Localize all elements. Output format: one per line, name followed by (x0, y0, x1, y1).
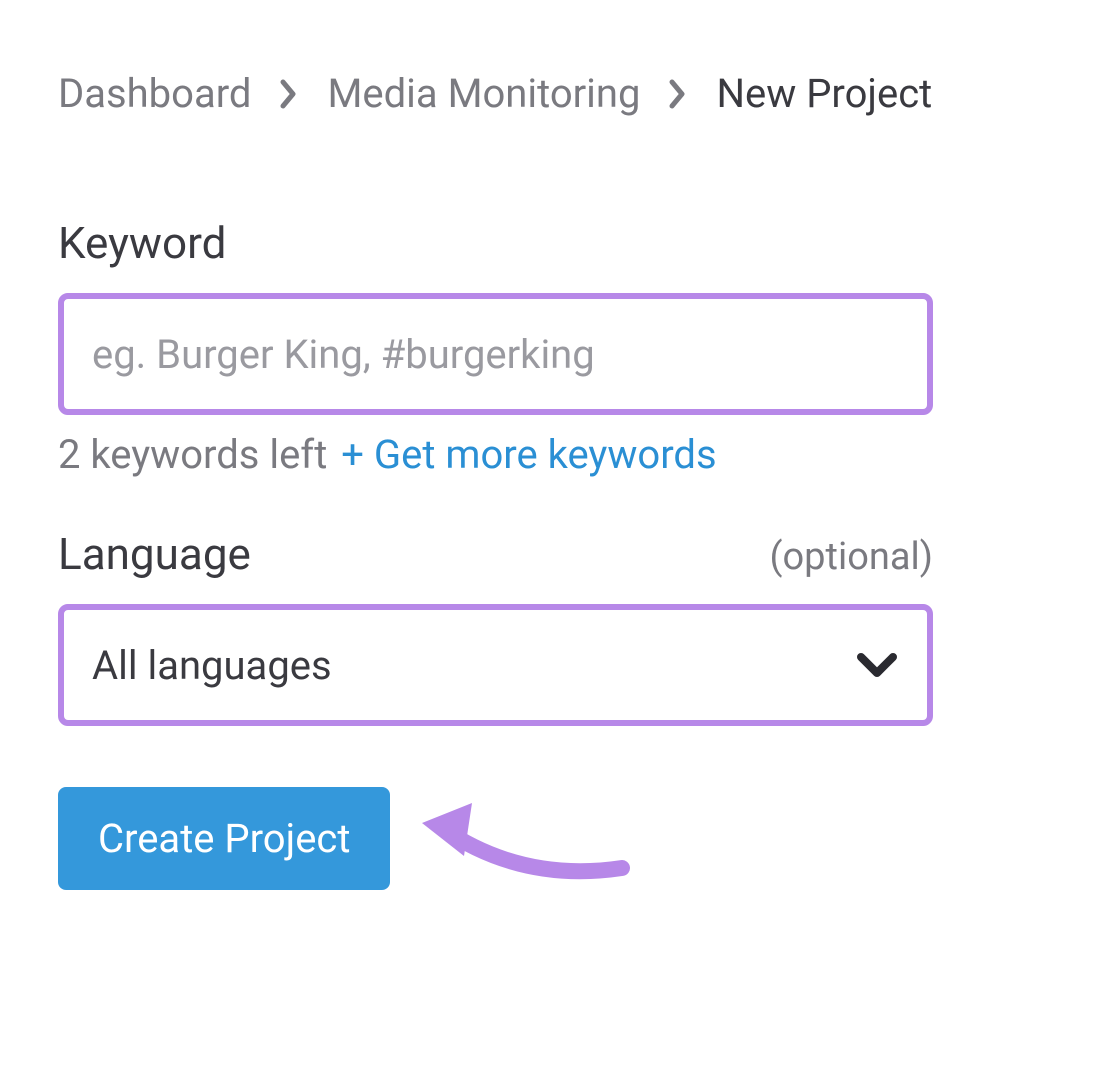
language-field-group: Language (optional) All languages (58, 528, 1060, 726)
keyword-field-group: Keyword 2 keywords left + Get more keywo… (58, 217, 1060, 478)
chevron-down-icon (855, 651, 899, 679)
chevron-right-icon (668, 78, 688, 110)
action-row: Create Project (58, 778, 1060, 898)
breadcrumb-media-monitoring[interactable]: Media Monitoring (327, 70, 640, 117)
keywords-left-text: 2 keywords left (58, 431, 327, 478)
breadcrumb-dashboard[interactable]: Dashboard (58, 70, 251, 117)
get-more-keywords-link[interactable]: + Get more keywords (341, 431, 716, 478)
chevron-right-icon (279, 78, 299, 110)
keyword-input[interactable] (58, 293, 933, 415)
language-optional-text: (optional) (770, 535, 934, 579)
language-label: Language (58, 528, 251, 580)
language-select[interactable]: All languages (58, 604, 933, 726)
keyword-helper-row: 2 keywords left + Get more keywords (58, 431, 1060, 478)
keyword-label: Keyword (58, 217, 1060, 269)
language-selected-value: All languages (92, 642, 332, 689)
create-project-button[interactable]: Create Project (58, 787, 390, 890)
breadcrumb: Dashboard Media Monitoring New Project (58, 70, 1060, 117)
annotation-arrow-icon (402, 778, 632, 898)
breadcrumb-current: New Project (716, 70, 932, 117)
